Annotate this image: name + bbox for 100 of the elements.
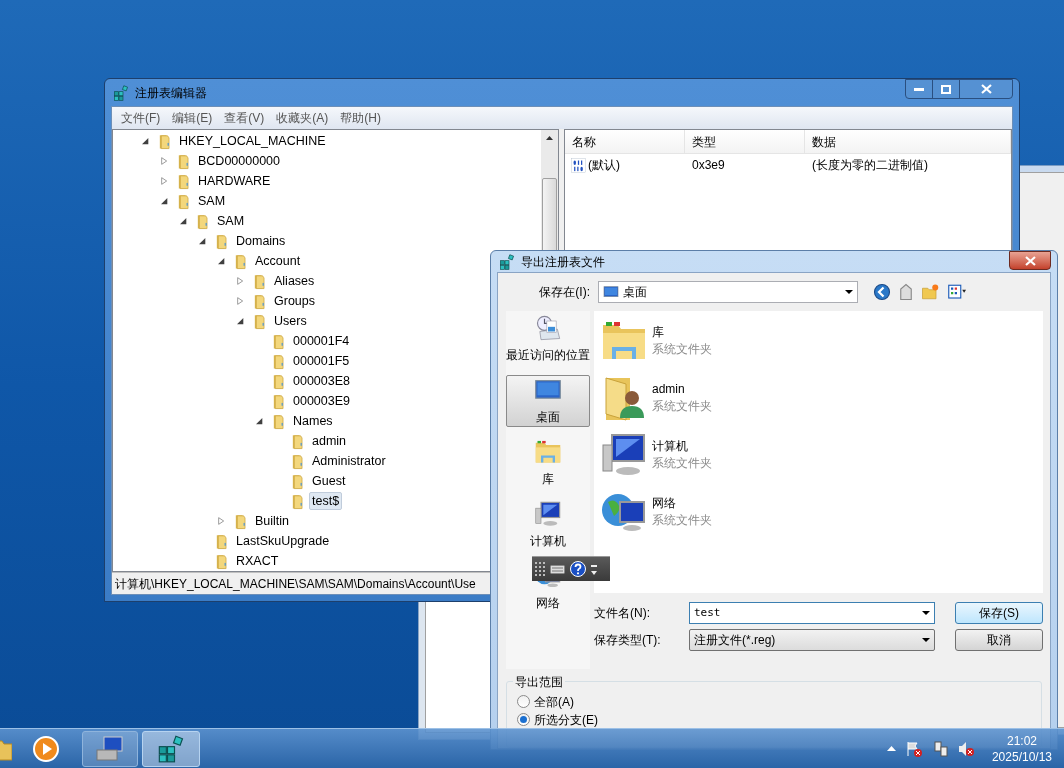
scroll-up-icon (546, 136, 553, 140)
registry-icon (113, 84, 129, 101)
dropdown-arrow-icon (922, 611, 930, 615)
file-description: 系统文件夹 (652, 341, 712, 358)
filename-field[interactable]: test (689, 602, 935, 624)
table-cell-text: 0x3e9 (691, 157, 726, 174)
options-arrow-icon[interactable] (591, 562, 597, 576)
dialog-title: 导出注册表文件 (521, 253, 605, 271)
file-description: 系统文件夹 (652, 512, 712, 529)
media-player-icon[interactable] (32, 734, 60, 763)
library-folder-icon (533, 438, 563, 466)
back-icon[interactable] (873, 283, 891, 301)
menu-item[interactable]: 收藏夹(A) (270, 109, 335, 127)
file-item[interactable]: 库 系统文件夹 (600, 317, 1043, 365)
dropdown-value: 桌面 (623, 284, 648, 301)
show-hidden-icons-icon[interactable] (886, 746, 896, 751)
menu-item[interactable]: 文件(F) (115, 109, 167, 127)
radio-button[interactable] (517, 713, 530, 726)
keyboard-icon (550, 564, 565, 574)
tree-item[interactable]: 000003E8 (290, 372, 353, 390)
column-header[interactable]: 类型 (685, 130, 805, 153)
menu-item[interactable]: 查看(V) (218, 109, 271, 127)
place-item[interactable]: 计算机 (506, 499, 590, 551)
registry-icon (157, 734, 185, 763)
tree-item[interactable]: LastSkuUpgrade (233, 532, 333, 550)
radio-option[interactable]: 所选分支(E) (517, 712, 1041, 727)
view-menu-icon[interactable] (945, 283, 969, 301)
tree-item[interactable]: admin (309, 432, 350, 450)
tree-item[interactable]: Administrator (309, 452, 389, 470)
filename-label: 文件名(N): (594, 605, 651, 622)
window-title: 注册表编辑器 (135, 84, 207, 102)
tree-item[interactable]: Aliases (271, 272, 318, 290)
cancel-button[interactable]: 取消 (955, 629, 1043, 651)
taskbar-button[interactable] (142, 730, 200, 767)
expanded-arrow-icon[interactable] (198, 237, 206, 245)
tree-item[interactable]: 000003E9 (290, 392, 353, 410)
save-in-dropdown[interactable]: 桌面 (598, 281, 858, 303)
place-item[interactable]: 桌面 (506, 375, 590, 427)
tree-item[interactable]: SAM (214, 212, 248, 230)
place-item[interactable]: 最近访问的位置 (506, 313, 590, 365)
tree-item[interactable]: 000001F4 (290, 332, 353, 350)
table-cell-text: (长度为零的二进制值) (811, 157, 929, 174)
network-icon[interactable] (931, 740, 948, 757)
taskbar-button[interactable] (82, 730, 138, 767)
file-type-dropdown[interactable]: 注册文件(*.reg) (689, 629, 935, 651)
binary-value-icon (571, 157, 586, 173)
flag-icon[interactable] (905, 740, 922, 757)
tree-item[interactable]: test$ (309, 492, 343, 510)
dropdown-arrow-icon (922, 638, 930, 642)
menu-item[interactable]: 帮助(H) (334, 109, 387, 127)
tree-item[interactable]: SAM (195, 192, 229, 210)
minimize-icon (914, 87, 924, 91)
tree-item[interactable]: Builtin (252, 512, 293, 530)
expanded-arrow-icon[interactable] (217, 257, 225, 265)
group-title: 导出范围 (513, 673, 565, 691)
expanded-arrow-icon[interactable] (160, 197, 168, 205)
expanded-arrow-icon[interactable] (141, 137, 149, 145)
tree-item[interactable]: Names (290, 412, 336, 430)
help-icon[interactable] (570, 561, 586, 577)
tree-item[interactable]: Guest (309, 472, 349, 490)
file-item[interactable]: 网络 系统文件夹 (600, 488, 1043, 536)
file-item[interactable]: admin 系统文件夹 (600, 374, 1043, 422)
file-name: 库 (652, 324, 665, 341)
save-in-label: 保存在(I): (538, 284, 591, 301)
radio-option[interactable]: 全部(A) (517, 694, 1041, 709)
column-header[interactable]: 名称 (565, 130, 685, 153)
expanded-arrow-icon[interactable] (179, 217, 187, 225)
tree-item[interactable]: Groups (271, 292, 318, 310)
desktop-icon (603, 284, 619, 300)
close-button[interactable] (1009, 251, 1051, 270)
place-item[interactable]: 库 (506, 437, 590, 489)
close-icon (980, 84, 992, 94)
tree-item[interactable]: HARDWARE (195, 172, 274, 190)
tree-item[interactable]: RXACT (233, 552, 282, 570)
tree-item[interactable]: BCD00000000 (195, 152, 283, 170)
computer-icon (95, 735, 125, 762)
tree-item[interactable]: Domains (233, 232, 289, 250)
expanded-arrow-icon[interactable] (255, 417, 263, 425)
maximize-icon (941, 84, 951, 94)
column-header[interactable]: 数据 (805, 130, 1011, 153)
radio-button[interactable] (517, 695, 530, 708)
tree-item[interactable]: Account (252, 252, 304, 270)
dropdown-arrow-icon (845, 290, 853, 294)
tree-item[interactable]: HKEY_LOCAL_MACHINE (176, 132, 329, 150)
computer-icon (533, 500, 563, 528)
table-cell-text: (默认) (588, 157, 620, 174)
tree-item[interactable]: Users (271, 312, 310, 330)
file-description: 系统文件夹 (652, 455, 712, 472)
tree-item[interactable]: 000001F5 (290, 352, 353, 370)
close-icon (1024, 255, 1036, 266)
file-name: admin (652, 381, 686, 398)
registry-icon (499, 253, 515, 270)
file-item[interactable]: 计算机 系统文件夹 (600, 431, 1043, 479)
keypad-icon (535, 561, 545, 577)
clock-date[interactable]: 2025/10/13 (991, 748, 1052, 765)
save-button[interactable]: 保存(S) (955, 602, 1043, 624)
volume-muted-icon[interactable] (957, 740, 974, 757)
expanded-arrow-icon[interactable] (236, 317, 244, 325)
file-type-label: 保存类型(T): (594, 632, 662, 649)
menu-item[interactable]: 编辑(E) (166, 109, 219, 127)
